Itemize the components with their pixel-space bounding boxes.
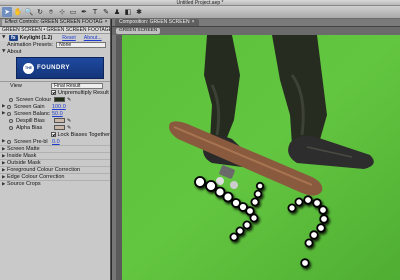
hand-tool-icon[interactable]: ✋ [13, 7, 23, 17]
view-label: View [10, 82, 22, 89]
puppet-tool-icon[interactable]: ✱ [134, 7, 144, 17]
composition-frame-image [112, 35, 400, 280]
despill-bias-label: Despill Bias [16, 117, 45, 124]
pen-tool-icon[interactable]: ✒ [79, 7, 89, 17]
tab-green-screen[interactable]: GREEN SCREEN [116, 28, 161, 34]
tab-effect-controls-label: Effect Controls: GREEN SCREEN FOOTAG [5, 19, 103, 25]
disclosure-triangle-open-icon[interactable]: ▼ [2, 35, 7, 40]
rectangle-mask-tool-icon[interactable]: ▭ [68, 7, 78, 17]
alpha-bias-row: Alpha Bias ✎ [0, 124, 110, 131]
zoom-tool-icon[interactable]: 🔍 [24, 7, 34, 17]
screen-gain-value[interactable]: 100.0 [52, 104, 66, 110]
rotate-tool-icon[interactable]: ↻ [35, 7, 45, 17]
effect-header-keylight: ▼ fx Keylight (1.2) Reset About... [0, 34, 110, 41]
clone-stamp-tool-icon[interactable]: ♟ [112, 7, 122, 17]
tab-composition[interactable]: Composition: GREEN SCREEN × [115, 19, 199, 26]
composition-tabbar: Composition: GREEN SCREEN × [112, 19, 400, 27]
screen-colour-row: Screen Colour ✎ [0, 96, 110, 103]
eraser-tool-icon[interactable]: ◧ [123, 7, 133, 17]
tools-toolbar: ➤ ✋ 🔍 ↻ ⌾ ⊹ ▭ ✒ T ✎ ♟ ◧ ✱ [0, 6, 400, 19]
about-section-label: About [7, 48, 22, 55]
unpremultiply-checkbox[interactable] [51, 90, 56, 95]
effect-group-label: Screen Matte [7, 146, 40, 152]
tab-effect-controls[interactable]: Effect Controls: GREEN SCREEN FOOTAG × [2, 19, 110, 26]
selection-tool-icon[interactable]: ➤ [2, 7, 12, 17]
effect-group-row[interactable]: ▶ Outside Mask [0, 159, 110, 166]
effect-group-label: Outside Mask [7, 160, 41, 166]
screen-pre-blur-row: ▶ Screen Pre-bl 0.0 [0, 138, 110, 145]
stopwatch-icon[interactable] [7, 111, 11, 116]
effect-groups-list: ▶ Screen Matte ▶ Inside Mask ▶ Outside Mask ▶ F… [0, 145, 110, 187]
unpremultiply-row: Unpremultiply Result [0, 89, 110, 96]
breadcrumb: GREEN SCREEN • GREEN SCREEN FOOTAGE.mov [0, 27, 110, 34]
effect-group-label: Foreground Colour Correction [7, 167, 81, 173]
tab-composition-label: Composition: GREEN SCREEN [119, 19, 190, 25]
view-row: View Final Result [0, 82, 110, 89]
logo-the-text: THE [25, 66, 32, 70]
alpha-bias-label: Alpha Bias [16, 124, 43, 131]
screen-gain-row: ▶ Screen Gain 100.0 [0, 103, 110, 110]
animation-presets-row: Animation Presets: None [0, 41, 110, 48]
animation-presets-label: Animation Presets: [7, 41, 54, 48]
screen-pre-blur-label: Screen Pre-bl [14, 138, 48, 145]
about-link[interactable]: About... [84, 35, 102, 41]
composition-subtabbar: GREEN SCREEN [112, 27, 400, 35]
screen-balance-label: Screen Balanc [14, 110, 50, 117]
effect-group-row[interactable]: ▶ Foreground Colour Correction [0, 166, 110, 173]
effect-group-label: Source Crops [7, 181, 41, 187]
brush-tool-icon[interactable]: ✎ [101, 7, 111, 17]
logo-foundry-text: FOUNDRY [37, 65, 70, 71]
alpha-bias-swatch[interactable] [54, 125, 65, 130]
effect-group-row[interactable]: ▶ Edge Colour Correction [0, 173, 110, 180]
lock-biases-row: Lock Biases Together [0, 131, 110, 138]
screen-balance-value[interactable]: 50.0 [52, 111, 63, 117]
eyedropper-icon[interactable]: ✎ [67, 118, 71, 124]
reset-link[interactable]: Reset [62, 35, 76, 41]
stopwatch-icon[interactable] [9, 125, 13, 130]
close-icon[interactable]: × [105, 19, 108, 26]
fx-toggle-badge[interactable]: fx [9, 34, 18, 41]
animation-presets-select[interactable]: None [56, 41, 107, 48]
effect-group-label: Edge Colour Correction [7, 174, 65, 180]
unpremultiply-label: Unpremultiply Result [58, 89, 109, 96]
the-foundry-logo: THE FOUNDRY [16, 57, 104, 79]
effect-group-row[interactable]: ▶ Source Crops [0, 180, 110, 187]
type-tool-icon[interactable]: T [90, 7, 100, 17]
eyedropper-icon[interactable]: ✎ [67, 125, 71, 131]
stopwatch-icon[interactable] [9, 97, 13, 102]
effect-group-row[interactable]: ▶ Inside Mask [0, 152, 110, 159]
screen-pre-blur-value[interactable]: 0.0 [52, 139, 60, 145]
camera-tool-icon[interactable]: ⌾ [46, 7, 56, 17]
effect-controls-tabbar: Effect Controls: GREEN SCREEN FOOTAG × [0, 19, 110, 27]
eyedropper-icon[interactable]: ✎ [67, 97, 71, 103]
lock-biases-label: Lock Biases Together [57, 131, 111, 138]
effect-controls-panel: Effect Controls: GREEN SCREEN FOOTAG × G… [0, 19, 111, 280]
lock-biases-checkbox[interactable] [51, 132, 56, 137]
stopwatch-icon[interactable] [9, 118, 13, 123]
stopwatch-icon[interactable] [7, 139, 11, 144]
viewer-vertical-scrollbar[interactable] [112, 35, 116, 280]
pan-behind-tool-icon[interactable]: ⊹ [57, 7, 67, 17]
screen-gain-label: Screen Gain [14, 103, 45, 110]
close-icon[interactable]: × [192, 19, 195, 26]
screen-colour-label: Screen Colour [16, 96, 52, 103]
despill-bias-swatch[interactable] [54, 118, 65, 123]
about-section-row[interactable]: ▼ About [0, 48, 110, 55]
despill-bias-row: Despill Bias ✎ [0, 117, 110, 124]
effect-group-row[interactable]: ▶ Screen Matte [0, 145, 110, 152]
screen-balance-row: ▶ Screen Balanc 50.0 [0, 110, 110, 117]
screen-colour-swatch[interactable] [54, 97, 65, 102]
effect-name: Keylight (1.2) [19, 34, 53, 41]
effect-group-label: Inside Mask [7, 153, 37, 159]
composition-viewer[interactable] [112, 35, 400, 280]
view-select[interactable]: Final Result [51, 82, 103, 89]
stopwatch-icon[interactable] [7, 104, 11, 109]
